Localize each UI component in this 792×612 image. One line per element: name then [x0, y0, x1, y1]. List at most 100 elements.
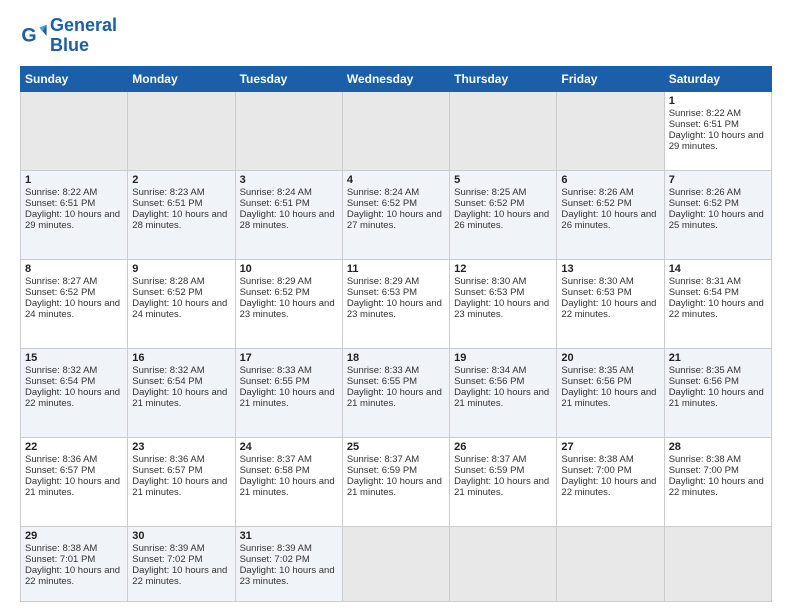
day-cell: 31Sunrise: 8:39 AMSunset: 7:02 PMDayligh…	[235, 526, 342, 601]
sunrise: Sunrise: 8:26 AM	[669, 187, 741, 198]
day-header-monday: Monday	[128, 66, 235, 91]
day-number: 3	[240, 174, 338, 186]
empty-cell	[450, 91, 557, 171]
sunrise: Sunrise: 8:33 AM	[240, 365, 312, 376]
sunrise: Sunrise: 8:37 AM	[240, 454, 312, 465]
sunrise: Sunrise: 8:32 AM	[25, 365, 97, 376]
sunset: Sunset: 6:52 PM	[454, 198, 524, 209]
sunset: Sunset: 6:54 PM	[132, 376, 202, 387]
daylight: Daylight: 10 hours and 23 minutes.	[240, 298, 335, 320]
empty-cell	[342, 91, 449, 171]
sunset: Sunset: 6:59 PM	[347, 465, 417, 476]
day-number: 29	[25, 530, 123, 542]
sunrise: Sunrise: 8:38 AM	[25, 543, 97, 554]
sunrise: Sunrise: 8:29 AM	[347, 276, 419, 287]
sunset: Sunset: 6:53 PM	[454, 287, 524, 298]
sunrise: Sunrise: 8:31 AM	[669, 276, 741, 287]
day-cell: 12Sunrise: 8:30 AMSunset: 6:53 PMDayligh…	[450, 260, 557, 349]
sunset: Sunset: 6:52 PM	[669, 198, 739, 209]
day-number: 24	[240, 441, 338, 453]
daylight: Daylight: 10 hours and 21 minutes.	[25, 476, 120, 498]
sunset: Sunset: 6:52 PM	[25, 287, 95, 298]
day-number: 28	[669, 441, 767, 453]
day-cell: 4Sunrise: 8:24 AMSunset: 6:52 PMDaylight…	[342, 171, 449, 260]
day-cell: 18Sunrise: 8:33 AMSunset: 6:55 PMDayligh…	[342, 349, 449, 438]
sunset: Sunset: 6:57 PM	[132, 465, 202, 476]
daylight: Daylight: 10 hours and 28 minutes.	[240, 209, 335, 231]
sunset: Sunset: 6:51 PM	[240, 198, 310, 209]
sunrise: Sunrise: 8:22 AM	[669, 108, 741, 119]
day-cell: 24Sunrise: 8:37 AMSunset: 6:58 PMDayligh…	[235, 437, 342, 526]
logo-icon: G	[20, 22, 48, 50]
sunrise: Sunrise: 8:39 AM	[240, 543, 312, 554]
week-row: 15Sunrise: 8:32 AMSunset: 6:54 PMDayligh…	[21, 349, 772, 438]
daylight: Daylight: 10 hours and 26 minutes.	[561, 209, 656, 231]
daylight: Daylight: 10 hours and 29 minutes.	[669, 130, 764, 152]
logo-text: General Blue	[50, 16, 117, 56]
day-number: 6	[561, 174, 659, 186]
sunrise: Sunrise: 8:24 AM	[240, 187, 312, 198]
daylight: Daylight: 10 hours and 21 minutes.	[669, 387, 764, 409]
header: G General Blue	[20, 16, 772, 56]
day-header-saturday: Saturday	[664, 66, 771, 91]
day-number: 4	[347, 174, 445, 186]
sunset: Sunset: 6:56 PM	[561, 376, 631, 387]
daylight: Daylight: 10 hours and 21 minutes.	[240, 476, 335, 498]
day-cell: 14Sunrise: 8:31 AMSunset: 6:54 PMDayligh…	[664, 260, 771, 349]
sunset: Sunset: 6:52 PM	[132, 287, 202, 298]
sunset: Sunset: 7:00 PM	[669, 465, 739, 476]
sunset: Sunset: 6:54 PM	[25, 376, 95, 387]
day-number: 21	[669, 352, 767, 364]
day-cell: 8Sunrise: 8:27 AMSunset: 6:52 PMDaylight…	[21, 260, 128, 349]
daylight: Daylight: 10 hours and 25 minutes.	[669, 209, 764, 231]
sunrise: Sunrise: 8:28 AM	[132, 276, 204, 287]
svg-text:G: G	[21, 24, 36, 46]
daylight: Daylight: 10 hours and 28 minutes.	[132, 209, 227, 231]
sunset: Sunset: 6:52 PM	[561, 198, 631, 209]
sunset: Sunset: 6:53 PM	[347, 287, 417, 298]
day-number: 15	[25, 352, 123, 364]
daylight: Daylight: 10 hours and 22 minutes.	[669, 298, 764, 320]
sunset: Sunset: 6:51 PM	[25, 198, 95, 209]
day-number: 1	[669, 95, 767, 107]
calendar-header-row: SundayMondayTuesdayWednesdayThursdayFrid…	[21, 66, 772, 91]
sunset: Sunset: 6:51 PM	[132, 198, 202, 209]
sunrise: Sunrise: 8:38 AM	[669, 454, 741, 465]
day-cell: 5Sunrise: 8:25 AMSunset: 6:52 PMDaylight…	[450, 171, 557, 260]
daylight: Daylight: 10 hours and 22 minutes.	[561, 476, 656, 498]
sunrise: Sunrise: 8:36 AM	[132, 454, 204, 465]
sunset: Sunset: 7:00 PM	[561, 465, 631, 476]
calendar-body: 1Sunrise: 8:22 AMSunset: 6:51 PMDaylight…	[21, 91, 772, 601]
daylight: Daylight: 10 hours and 21 minutes.	[454, 387, 549, 409]
sunrise: Sunrise: 8:35 AM	[669, 365, 741, 376]
empty-cell	[342, 526, 449, 601]
sunset: Sunset: 6:52 PM	[240, 287, 310, 298]
daylight: Daylight: 10 hours and 22 minutes.	[132, 565, 227, 587]
day-cell: 17Sunrise: 8:33 AMSunset: 6:55 PMDayligh…	[235, 349, 342, 438]
sunrise: Sunrise: 8:30 AM	[454, 276, 526, 287]
day-number: 23	[132, 441, 230, 453]
daylight: Daylight: 10 hours and 21 minutes.	[347, 476, 442, 498]
daylight: Daylight: 10 hours and 21 minutes.	[454, 476, 549, 498]
day-number: 7	[669, 174, 767, 186]
empty-cell	[21, 91, 128, 171]
sunset: Sunset: 6:55 PM	[347, 376, 417, 387]
day-number: 19	[454, 352, 552, 364]
sunrise: Sunrise: 8:36 AM	[25, 454, 97, 465]
day-cell: 20Sunrise: 8:35 AMSunset: 6:56 PMDayligh…	[557, 349, 664, 438]
daylight: Daylight: 10 hours and 26 minutes.	[454, 209, 549, 231]
day-cell: 16Sunrise: 8:32 AMSunset: 6:54 PMDayligh…	[128, 349, 235, 438]
week-row: 1Sunrise: 8:22 AMSunset: 6:51 PMDaylight…	[21, 171, 772, 260]
sunset: Sunset: 7:01 PM	[25, 554, 95, 565]
daylight: Daylight: 10 hours and 21 minutes.	[240, 387, 335, 409]
daylight: Daylight: 10 hours and 22 minutes.	[25, 565, 120, 587]
sunset: Sunset: 6:56 PM	[669, 376, 739, 387]
sunset: Sunset: 6:57 PM	[25, 465, 95, 476]
day-number: 16	[132, 352, 230, 364]
empty-cell	[557, 91, 664, 171]
sunset: Sunset: 7:02 PM	[240, 554, 310, 565]
page: G General Blue SundayMondayTuesdayWednes…	[0, 0, 792, 612]
empty-cell	[235, 91, 342, 171]
day-number: 10	[240, 263, 338, 275]
sunrise: Sunrise: 8:29 AM	[240, 276, 312, 287]
